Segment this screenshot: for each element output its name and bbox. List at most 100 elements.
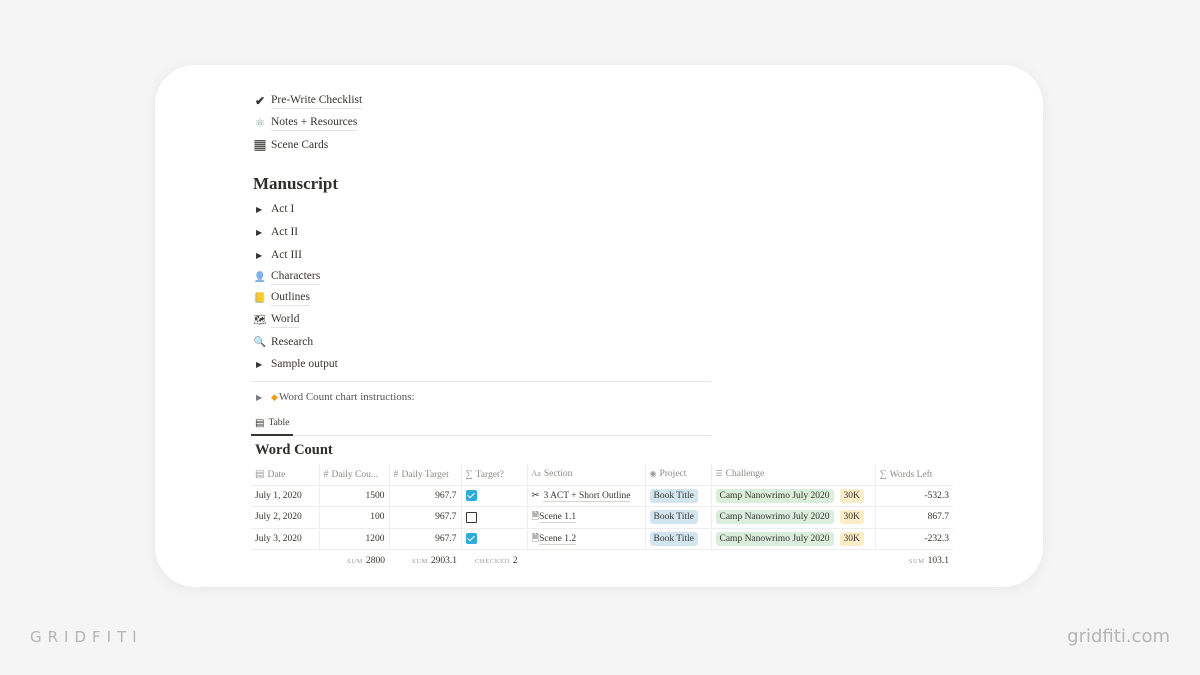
checkbox-unchecked[interactable] — [465, 511, 477, 523]
column-label: Project — [659, 469, 687, 480]
column-header-date[interactable]: ▤ Date — [251, 464, 319, 486]
triangle-right-icon[interactable]: ▶ — [253, 228, 267, 237]
checkbox-checked[interactable] — [465, 490, 477, 502]
calc-label: SUM — [347, 557, 363, 565]
triangle-right-icon[interactable]: ▶ — [253, 205, 267, 214]
calc-empty — [251, 550, 319, 572]
column-header-daily-target[interactable]: # Daily Target — [388, 464, 461, 486]
calc-value: 2 — [512, 555, 518, 566]
cell-daily-target[interactable]: 967.7 — [388, 506, 461, 529]
sigma-icon: ∑ — [879, 468, 887, 480]
page-link-pre-write-checklist[interactable]: ✔ Pre-Write Checklist — [253, 91, 363, 111]
page-link-scene-cards[interactable]: ▦ Scene Cards — [253, 135, 328, 155]
map-icon: 🗺 — [253, 314, 267, 326]
triangle-right-icon[interactable]: ▶ — [253, 360, 267, 369]
calc-value: 2903.1 — [430, 555, 457, 566]
cell-challenge[interactable]: Camp Nanowrimo July 2020 30K — [710, 506, 875, 529]
calc-value: 2800 — [366, 555, 385, 566]
toggle-label: Act I — [271, 203, 295, 215]
table-header-row: ▤ Date # Daily Cou... # Daily Target ∑ Targe… — [251, 464, 953, 486]
toggle-word-count-instructions[interactable]: ▶ ◆ Word Count chart instructions: — [253, 387, 415, 407]
cell-daily-count[interactable]: 1500 — [318, 485, 389, 507]
calendar-icon: ▤ — [255, 468, 265, 480]
cell-target[interactable] — [460, 528, 527, 550]
cell-daily-target[interactable]: 967.7 — [388, 528, 461, 550]
page-link-characters[interactable]: 👤 Characters — [253, 267, 321, 287]
cell-project[interactable]: Book Title — [644, 528, 711, 550]
column-label: Target? — [475, 469, 504, 480]
cell-date[interactable]: July 3, 2020 — [251, 528, 319, 550]
goal-tag: 30K — [839, 510, 864, 525]
triangle-right-icon[interactable]: ▶ — [253, 393, 267, 402]
column-header-daily-count[interactable]: # Daily Cou... — [318, 464, 389, 486]
cell-daily-count[interactable]: 100 — [318, 506, 389, 529]
page-link-label: Scene Cards — [271, 138, 329, 151]
page-link-world[interactable]: 🗺 World — [253, 310, 300, 330]
goal-tag: 30K — [839, 531, 864, 546]
relation-icon: ◉ — [649, 469, 657, 479]
page-link-notes-resources[interactable]: ⚛ Notes + Resources — [253, 113, 358, 133]
checkmark-icon: ✔ — [254, 93, 266, 108]
page-link-label: Pre-Write Checklist — [271, 93, 363, 109]
orange-diamond-icon: ◆ — [271, 391, 278, 402]
challenge-tag: Camp Nanowrimo July 2020 — [715, 488, 834, 503]
section-link[interactable]: Scene 1.1 — [539, 512, 577, 524]
calc-daily-target[interactable]: SUM 2903.1 — [389, 550, 461, 572]
tab-table-view[interactable]: ▤ Table — [251, 412, 294, 436]
calculation-row: SUM 2800 SUM 2903.1 CHECKED 2 SUM 103.1 — [251, 550, 953, 572]
toggle-act-i[interactable]: ▶ Act I — [253, 199, 294, 219]
column-header-target[interactable]: ∑ Target? — [460, 464, 527, 486]
section-link[interactable]: Scene 1.2 — [539, 533, 577, 545]
calc-daily-count[interactable]: SUM 2800 — [319, 550, 389, 572]
goal-tag: 30K — [839, 488, 864, 503]
toggle-label: Word Count chart instructions: — [278, 391, 415, 403]
triangle-right-icon[interactable]: ▶ — [253, 251, 267, 260]
column-header-section[interactable]: Aa Section — [526, 464, 645, 486]
cell-words-left: 867.7 — [874, 506, 953, 529]
cell-section[interactable]: 🗎Scene 1.2 — [526, 528, 645, 550]
cell-section[interactable]: 🗎Scene 1.1 — [526, 506, 645, 529]
table-row[interactable]: July 2, 2020 100 967.7 🗎Scene 1.1 Book T… — [251, 506, 953, 529]
cell-daily-count[interactable]: 1200 — [318, 528, 389, 550]
cell-project[interactable]: Book Title — [644, 506, 711, 529]
cell-date[interactable]: July 1, 2020 — [251, 485, 319, 507]
toggle-sample-output[interactable]: ▶ Sample output — [253, 354, 338, 374]
cell-section[interactable]: ✂ 3 ACT + Short Outline — [526, 485, 645, 507]
cell-challenge[interactable]: Camp Nanowrimo July 2020 30K — [710, 485, 875, 507]
page-link-label: Research — [271, 335, 314, 348]
brand-logo: GRIDFITI — [30, 628, 143, 646]
page-link-label: World — [271, 312, 300, 328]
number-icon: # — [323, 468, 329, 480]
checkbox-checked[interactable] — [465, 533, 477, 545]
ledger-icon: 📒 — [253, 292, 267, 304]
column-header-project[interactable]: ◉ Project — [644, 464, 711, 486]
calc-value: 103.1 — [927, 555, 949, 566]
grid-icon: ▦ — [253, 137, 267, 153]
cell-date[interactable]: July 2, 2020 — [251, 506, 319, 529]
notion-page-card: ✔ Pre-Write Checklist ⚛ Notes + Resource… — [155, 65, 1043, 587]
column-header-challenge[interactable]: ☰ Challenge — [710, 464, 875, 486]
column-header-words-left[interactable]: ∑ Words Left — [874, 464, 953, 486]
table-row[interactable]: July 3, 2020 1200 967.7 🗎Scene 1.2 Book … — [251, 528, 953, 550]
cell-challenge[interactable]: Camp Nanowrimo July 2020 30K — [710, 528, 875, 550]
number-icon: # — [393, 468, 399, 480]
cell-target[interactable] — [460, 506, 527, 529]
page-link-outlines[interactable]: 📒 Outlines — [253, 288, 310, 308]
cell-project[interactable]: Book Title — [644, 485, 711, 507]
section-link[interactable]: 3 ACT + Short Outline — [543, 491, 631, 503]
calc-words-left[interactable]: SUM 103.1 — [875, 550, 953, 572]
view-tab-bar: ▤ Table — [251, 412, 711, 436]
column-label: Words Left — [889, 469, 933, 480]
project-tag: Book Title — [649, 510, 698, 525]
cell-target[interactable] — [460, 485, 527, 507]
list-icon: ☰ — [715, 469, 723, 479]
table-row[interactable]: July 1, 2020 1500 967.7 ✂ 3 ACT + Short O… — [251, 485, 953, 507]
cell-words-left: -532.3 — [874, 485, 953, 507]
cell-daily-target[interactable]: 967.7 — [388, 485, 461, 507]
calc-target[interactable]: CHECKED 2 — [461, 550, 527, 572]
divider — [251, 381, 711, 382]
page-link-research[interactable]: 🔍 Research — [253, 332, 313, 352]
toggle-act-iii[interactable]: ▶ Act III — [253, 245, 302, 265]
column-label: Date — [267, 469, 286, 480]
toggle-act-ii[interactable]: ▶ Act II — [253, 222, 298, 242]
